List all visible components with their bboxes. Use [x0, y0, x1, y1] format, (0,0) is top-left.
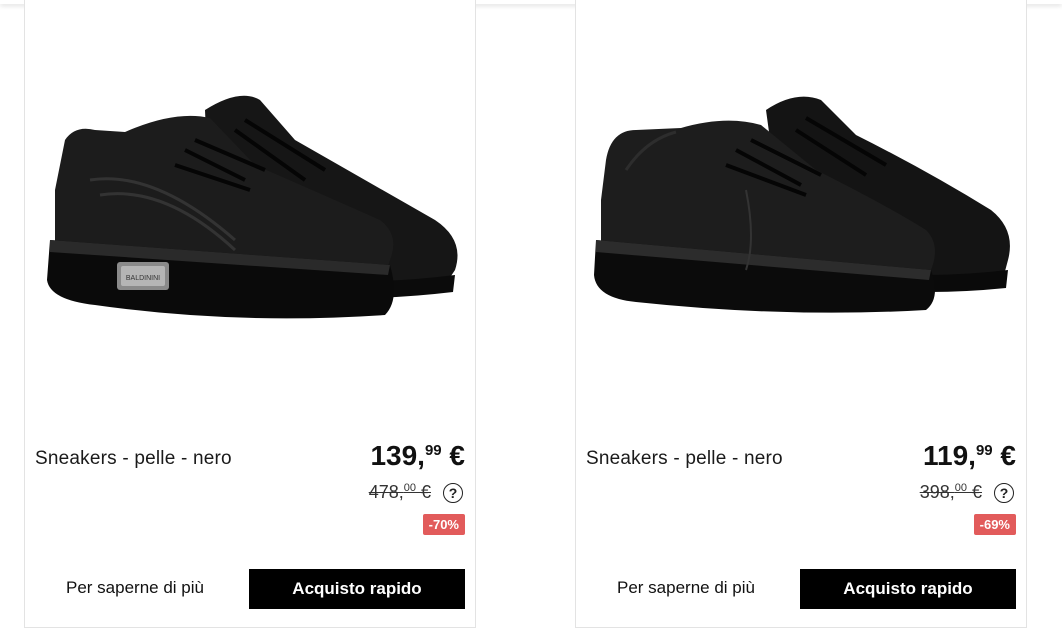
- question-mark-icon[interactable]: ?: [994, 483, 1014, 503]
- original-price: 398,00 €: [919, 482, 982, 502]
- product-price: 119,99 €: [923, 440, 1016, 471]
- learn-more-link[interactable]: Per saperne di più: [66, 578, 204, 598]
- learn-more-link[interactable]: Per saperne di più: [617, 578, 755, 598]
- quick-buy-button[interactable]: Acquisto rapido: [249, 569, 465, 609]
- product-image[interactable]: [586, 70, 1018, 350]
- svg-text:BALDININI: BALDININI: [126, 275, 160, 282]
- question-mark-icon[interactable]: ?: [443, 483, 463, 503]
- product-title[interactable]: Sneakers - pelle - nero: [586, 448, 783, 470]
- sneaker-image: BALDININI: [47, 95, 458, 319]
- product-card[interactable]: Sneakers - pelle - nero 119,99 € 398,00 …: [575, 0, 1027, 628]
- original-price: 478,00 €: [368, 482, 431, 502]
- product-title[interactable]: Sneakers - pelle - nero: [35, 448, 232, 470]
- product-card[interactable]: BALDININI Sneakers - pelle - nero 139,99…: [24, 0, 476, 628]
- quick-buy-button[interactable]: Acquisto rapido: [800, 569, 1016, 609]
- product-price: 139,99 €: [370, 440, 465, 471]
- product-image[interactable]: BALDININI: [35, 70, 467, 350]
- discount-badge: -70%: [422, 514, 465, 535]
- discount-badge: -69%: [973, 514, 1016, 535]
- sneaker-image: [594, 96, 1010, 313]
